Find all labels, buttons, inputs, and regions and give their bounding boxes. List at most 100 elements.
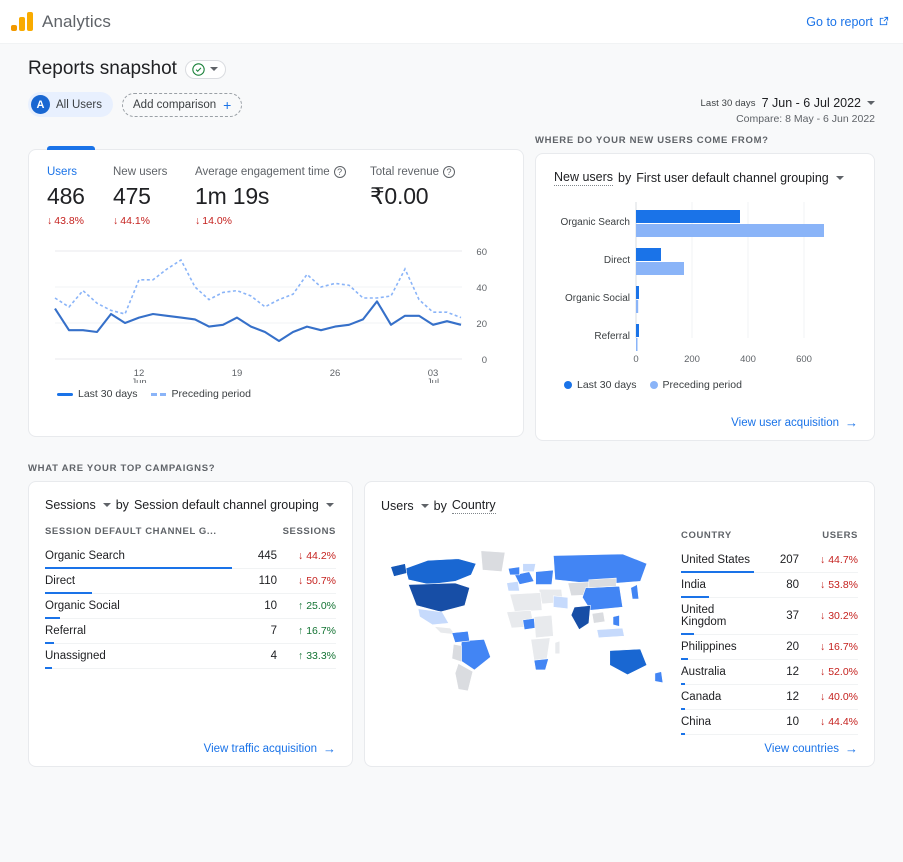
cell-dimension[interactable]: China xyxy=(681,710,754,735)
table-row[interactable]: Unassigned 4 ↑ 33.3% xyxy=(45,644,336,669)
report-status-chip[interactable] xyxy=(185,60,226,79)
map-country-peru xyxy=(452,644,462,662)
cell-dimension[interactable]: Australia xyxy=(681,660,754,685)
cell-delta: ↓ 16.7% xyxy=(802,635,858,660)
cell-dimension[interactable]: India xyxy=(681,573,754,598)
dimension-label: Organic Social xyxy=(45,600,120,612)
chevron-down-icon[interactable] xyxy=(421,504,429,508)
table-row[interactable]: India 80 ↓ 53.8% xyxy=(681,573,858,598)
view-traffic-acquisition-link[interactable]: View traffic acquisition → xyxy=(204,742,336,755)
metrics-column: Users 486 ↓ 43.8% New users 475 ↓ 44.1% xyxy=(28,135,524,437)
cell-delta: ↓ 44.4% xyxy=(802,710,858,735)
cell-value: 37 xyxy=(754,598,802,635)
table-row[interactable]: Organic Social 10 ↑ 25.0% xyxy=(45,594,336,619)
acquisition-dimension-selector[interactable]: First user default channel grouping xyxy=(636,171,828,185)
column-header-country[interactable]: COUNTRY xyxy=(681,530,754,548)
map-country-colombia xyxy=(452,631,470,642)
cell-delta: ↓ 44.7% xyxy=(802,548,858,573)
geo-dimension-selector[interactable]: Country xyxy=(452,498,496,514)
legend-item-last-30-days: Last 30 days xyxy=(57,388,138,400)
map-country-indonesia xyxy=(597,628,624,638)
view-countries-link[interactable]: View countries → xyxy=(764,742,858,755)
legend-dot-icon xyxy=(564,381,572,389)
chevron-down-icon[interactable] xyxy=(326,503,334,507)
chevron-down-icon[interactable] xyxy=(867,101,875,105)
cell-dimension[interactable]: United Kingdom xyxy=(681,598,754,635)
arrow-down-icon: ↓ xyxy=(195,215,200,227)
help-icon[interactable]: ? xyxy=(443,166,455,178)
chevron-down-icon[interactable] xyxy=(103,503,111,507)
user-acquisition-card: New users by First user default channel … xyxy=(535,153,875,441)
world-map-svg xyxy=(381,530,671,710)
external-link-icon[interactable] xyxy=(878,16,889,27)
metric-new-users-delta: ↓ 44.1% xyxy=(113,215,185,227)
acquisition-column: WHERE DO YOUR NEW USERS COME FROM? New u… xyxy=(535,135,875,441)
table-row[interactable]: Direct 110 ↓ 50.7% xyxy=(45,569,336,594)
users-line-chart: 60 40 20 0 12 Jun 19 26 03 Jul xyxy=(47,243,505,383)
map-country-argentina xyxy=(455,664,473,691)
all-users-chip[interactable]: A All Users xyxy=(28,92,113,117)
bar-chart-legend: Last 30 days Preceding period xyxy=(554,379,856,391)
check-circle-icon xyxy=(192,63,205,76)
cell-delta: ↑ 25.0% xyxy=(280,594,336,619)
help-icon[interactable]: ? xyxy=(334,166,346,178)
campaigns-metric-selector[interactable]: Sessions xyxy=(45,498,96,512)
column-header-users[interactable]: USERS xyxy=(754,530,858,548)
table-row[interactable]: United States 207 ↓ 44.7% xyxy=(681,548,858,573)
cell-dimension[interactable]: Philippines xyxy=(681,635,754,660)
section-label-new-users: WHERE DO YOUR NEW USERS COME FROM? xyxy=(535,135,875,146)
world-map-choropleth-icon[interactable] xyxy=(381,530,671,710)
cell-delta: ↓ 50.7% xyxy=(280,569,336,594)
map-country-australia xyxy=(610,649,647,675)
table-row[interactable]: Australia 12 ↓ 52.0% xyxy=(681,660,858,685)
section-label-campaigns: WHAT ARE YOUR TOP CAMPAIGNS? xyxy=(28,463,875,474)
metric-engagement-value: 1m 19s xyxy=(195,183,360,210)
metric-users[interactable]: Users 486 ↓ 43.8% xyxy=(47,166,113,227)
dimension-label: India xyxy=(681,579,706,591)
cell-dimension[interactable]: Organic Social xyxy=(45,594,232,619)
ytick-60: 60 xyxy=(476,247,487,258)
metric-total-revenue[interactable]: Total revenue ? ₹0.00 xyxy=(370,166,465,227)
metric-new-users[interactable]: New users 475 ↓ 44.1% xyxy=(113,166,195,227)
dimension-label: Direct xyxy=(45,575,75,587)
dimension-label: Referral xyxy=(45,625,86,637)
campaigns-dimension-selector[interactable]: Session default channel grouping xyxy=(134,498,319,512)
table-row[interactable]: Organic Search 445 ↓ 44.2% xyxy=(45,544,336,569)
chevron-down-icon[interactable] xyxy=(210,67,218,71)
column-header-sessions[interactable]: SESSIONS xyxy=(232,526,336,544)
geo-metric-selector[interactable]: Users xyxy=(381,499,414,513)
by-label: by xyxy=(618,171,631,185)
view-user-acquisition-link[interactable]: View user acquisition → xyxy=(731,416,858,429)
title-row: Reports snapshot xyxy=(28,58,875,80)
table-row[interactable]: Canada 12 ↓ 40.0% xyxy=(681,685,858,710)
cell-dimension[interactable]: Unassigned xyxy=(45,644,232,669)
xtick-400: 400 xyxy=(740,354,756,365)
date-range-picker[interactable]: Last 30 days 7 Jun - 6 Jul 2022 Compare:… xyxy=(701,96,875,125)
cell-value: 110 xyxy=(232,569,280,594)
table-row[interactable]: China 10 ↓ 44.4% xyxy=(681,710,858,735)
table-row[interactable]: United Kingdom 37 ↓ 30.2% xyxy=(681,598,858,635)
go-to-report-link[interactable]: Go to report xyxy=(806,15,873,29)
cell-dimension[interactable]: Organic Search xyxy=(45,544,232,569)
cell-dimension[interactable]: United States xyxy=(681,548,754,573)
cell-dimension[interactable]: Referral xyxy=(45,619,232,644)
table-row[interactable]: Philippines 20 ↓ 16.7% xyxy=(681,635,858,660)
xtick-03-month: Jul xyxy=(427,377,439,383)
cell-delta: ↓ 30.2% xyxy=(802,598,858,635)
cell-value: 10 xyxy=(754,710,802,735)
cell-dimension[interactable]: Canada xyxy=(681,685,754,710)
cell-dimension[interactable]: Direct xyxy=(45,569,232,594)
legend-swatch-dashed-icon xyxy=(151,393,167,396)
table-row[interactable]: Referral 7 ↑ 16.7% xyxy=(45,619,336,644)
arrow-right-icon: → xyxy=(845,416,858,429)
date-range-label: 7 Jun - 6 Jul 2022 xyxy=(762,96,861,110)
avatar: A xyxy=(31,95,50,114)
legend-swatch-solid-icon xyxy=(57,393,73,396)
metric-avg-engagement-time[interactable]: Average engagement time ? 1m 19s ↓ 14.0% xyxy=(195,166,370,227)
add-comparison-button[interactable]: Add comparison + xyxy=(122,93,242,117)
column-header-dimension[interactable]: SESSION DEFAULT CHANNEL G... xyxy=(45,526,232,544)
acquisition-metric-selector[interactable]: New users xyxy=(554,170,613,186)
cell-value: 10 xyxy=(232,594,280,619)
chevron-down-icon[interactable] xyxy=(836,176,844,180)
plus-icon: + xyxy=(223,98,231,112)
